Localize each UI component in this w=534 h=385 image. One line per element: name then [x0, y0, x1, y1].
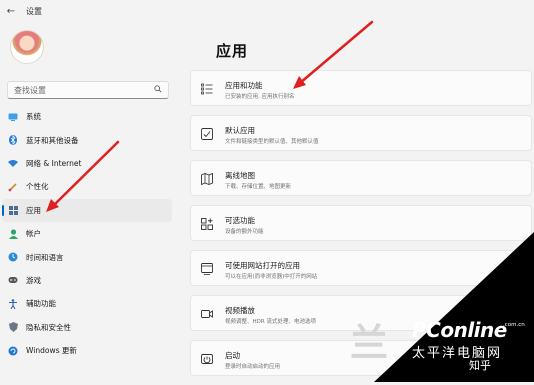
- card-title: 可选功能: [225, 216, 255, 225]
- system-monitor-icon: [8, 112, 18, 122]
- sidebar-item-label: 时间和语言: [26, 252, 64, 262]
- sidebar-item-bluetooth[interactable]: 蓝牙和其他设备: [0, 128, 178, 151]
- update-icon: [8, 346, 18, 356]
- watermark-brand: PConline: [412, 318, 507, 342]
- sidebar-item-gaming[interactable]: 游戏: [0, 269, 178, 292]
- card-description: 登录时自动启动的应用: [225, 364, 281, 370]
- watermark-domain: .com.cn: [503, 322, 525, 328]
- network-icon: [8, 158, 18, 168]
- back-button[interactable]: ←: [0, 6, 22, 17]
- bluetooth-icon: [8, 135, 18, 146]
- sidebar-item-windows-update[interactable]: Windows 更新: [0, 339, 178, 362]
- card-default-apps[interactable]: 默认应用 文件和链接类型的默认值、其他默认值: [190, 115, 532, 151]
- add-feature-icon: [201, 218, 213, 230]
- sidebar-item-system[interactable]: 系统: [0, 105, 178, 128]
- card-title: 默认应用: [225, 126, 255, 135]
- sidebar-item-label: 隐私和安全性: [26, 322, 71, 332]
- search-box[interactable]: [7, 81, 169, 99]
- search-input[interactable]: [14, 84, 144, 96]
- sidebar-item-label: Windows 更新: [26, 346, 77, 356]
- web-app-icon: [201, 263, 213, 275]
- card-description: 设备的额外功能: [225, 229, 264, 235]
- sidebar-item-network[interactable]: 网络 & Internet: [0, 152, 178, 175]
- watermark-zhihu: 知乎: [469, 359, 491, 372]
- sidebar-item-label: 帐户: [26, 229, 41, 239]
- card-title: 视频播放: [225, 306, 255, 315]
- apps-icon: [8, 205, 18, 215]
- list-icon: [201, 83, 213, 95]
- card-description: 可以在应用(而非浏览器)中打开的网站: [225, 274, 318, 280]
- map-icon: [201, 173, 213, 185]
- card-description: 视频调整、HDR 流式处理、电池选项: [225, 319, 316, 325]
- card-title: 离线地图: [225, 171, 255, 180]
- sidebar-item-label: 网络 & Internet: [26, 158, 82, 168]
- card-title: 启动: [225, 351, 240, 360]
- window-title: 设置: [26, 6, 42, 16]
- sidebar-item-time-language[interactable]: 时间和语言: [0, 245, 178, 268]
- page-title: 应用: [216, 42, 249, 60]
- accessibility-icon: [8, 299, 18, 309]
- sidebar-item-personalization[interactable]: 个性化: [0, 175, 178, 198]
- shield-icon: [8, 322, 18, 333]
- card-description: 下载、存储位置、地图更新: [225, 184, 292, 190]
- card-title: 可使用网站打开的应用: [225, 261, 300, 270]
- globe-clock-icon: [8, 252, 18, 262]
- sidebar-item-label: 个性化: [26, 182, 49, 192]
- sidebar-item-label: 系统: [26, 112, 41, 122]
- user-avatar[interactable]: [10, 30, 44, 64]
- sidebar-item-label: 应用: [26, 205, 41, 215]
- watermark-ghost-text: 兰: [350, 321, 391, 365]
- card-apps-features[interactable]: 应用和功能 已安装的应用, 应用执行别名: [190, 70, 532, 106]
- sidebar-nav: 系统 蓝牙和其他设备 网络 & Internet 个性化 应用 帐户 时间和语言…: [0, 105, 178, 362]
- sidebar-item-accounts[interactable]: 帐户: [0, 222, 178, 245]
- video-icon: [201, 310, 213, 318]
- card-description: 已安装的应用, 应用执行别名: [225, 94, 295, 100]
- card-description: 文件和链接类型的默认值、其他默认值: [225, 139, 319, 145]
- sidebar-item-label: 游戏: [26, 275, 41, 285]
- default-apps-icon: [201, 128, 213, 140]
- card-title: 应用和功能: [225, 81, 263, 90]
- sidebar-item-apps[interactable]: 应用: [2, 198, 172, 222]
- title-bar: ← 设置: [0, 0, 534, 22]
- sidebar-item-label: 辅助功能: [26, 299, 56, 309]
- card-offline-maps[interactable]: 离线地图 下载、存储位置、地图更新: [190, 160, 532, 196]
- gamepad-icon: [8, 275, 18, 285]
- account-icon: [8, 229, 18, 239]
- brush-icon: [8, 182, 18, 192]
- sidebar-item-privacy[interactable]: 隐私和安全性: [0, 316, 178, 339]
- sidebar-item-accessibility[interactable]: 辅助功能: [0, 292, 178, 315]
- sidebar-item-label: 蓝牙和其他设备: [26, 135, 79, 145]
- search-icon[interactable]: [154, 85, 162, 93]
- startup-icon: [201, 354, 213, 364]
